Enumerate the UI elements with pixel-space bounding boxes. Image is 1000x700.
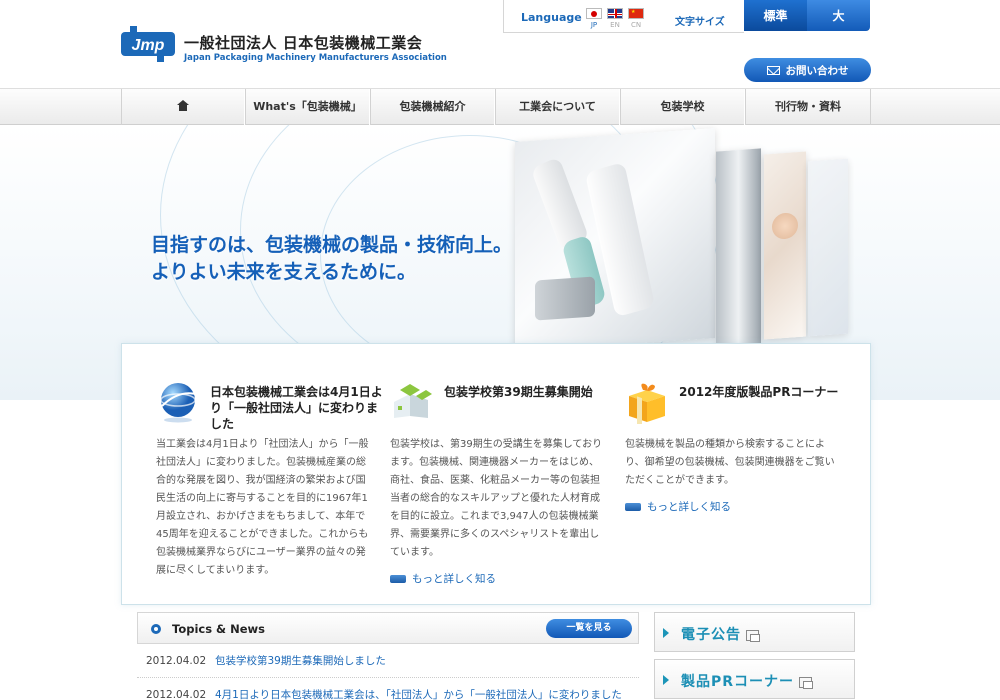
gift-box-icon: [629, 383, 665, 424]
org-name[interactable]: 一般社団法人 日本包装機械工業会: [184, 32, 422, 53]
hero-line-2: よりよい未来を支えるために。: [151, 261, 417, 283]
news-link[interactable]: 4月1日より日本包装機械工業会は、「社団法人」から「一般社団法人」に変わりました: [215, 687, 622, 700]
china-flag-icon[interactable]: ★: [628, 8, 644, 19]
globe-icon: [160, 383, 197, 423]
news-link[interactable]: 包装学校第39期生募集開始しました: [215, 653, 386, 668]
topics-header: Topics & News 一覧を見る: [137, 612, 639, 644]
news-item: 2012.04.02 4月1日より日本包装機械工業会は、「社団法人」から「一般社…: [137, 678, 639, 700]
triangle-arrow-icon: [663, 675, 669, 685]
feature-body: 包装機械を製品の種類から検索することにより、御希望の包装機械、包装関連機器をご覧…: [625, 436, 840, 516]
svg-text:Jmp: Jmp: [132, 37, 165, 54]
more-link[interactable]: もっと詳しく知る: [625, 498, 840, 516]
more-link-label: もっと詳しく知る: [647, 501, 731, 513]
org-name-en: Japan Packaging Machinery Manufacturers …: [184, 53, 447, 63]
view-all-button[interactable]: 一覧を見る: [546, 619, 632, 638]
feature-body-text: 包装学校は、第39期生の受講生を募集しております。包装機械、関連機器メーカーをは…: [390, 439, 603, 558]
arrow-bullet-icon: [390, 575, 406, 583]
hero-line-1: 目指すのは、包装機械の製品・技術向上。: [151, 234, 513, 256]
school-building-icon: [394, 384, 432, 418]
feature-body-text: 包装機械を製品の種類から検索することにより、御希望の包装機械、包装関連機器をご覧…: [625, 439, 835, 486]
site-header: Jmp 一般社団法人 日本包装機械工業会 Japan Packaging Mac…: [0, 0, 1000, 88]
hero-tagline: 目指すのは、包装機械の製品・技術向上。 よりよい未来を支えるために。: [151, 232, 512, 286]
topics-title: Topics & News: [172, 622, 265, 636]
language-label: Language: [521, 11, 582, 24]
product-photo-bottles: [515, 128, 715, 352]
feature-body: 当工業会は4月1日より「社団法人」から「一般社団法人」に変わりました。包装機械産…: [156, 439, 369, 576]
side-label: 電子公告: [681, 624, 760, 644]
triangle-arrow-icon: [663, 628, 669, 638]
new-window-icon: [799, 676, 814, 689]
japan-flag-icon[interactable]: [586, 8, 602, 19]
news-date: 2012.04.02: [146, 688, 207, 700]
product-photo-misc: [808, 158, 848, 337]
feature-title[interactable]: 日本包装機械工業会は4月1日より「一般社団法人」に変わりました: [210, 384, 385, 432]
e-notice-label: 電子公告: [681, 627, 741, 643]
product-photo-cans: [716, 148, 761, 347]
arrow-bullet-icon: [625, 503, 641, 511]
font-size-large-button[interactable]: 大: [807, 0, 870, 31]
feature-title[interactable]: 2012年度版製品PRコーナー: [679, 384, 854, 400]
home-icon: [177, 100, 189, 111]
feature-body: 包装学校は、第39期生の受講生を募集しております。包装機械、関連機器メーカーをは…: [390, 436, 605, 588]
news-item: 2012.04.02 包装学校第39期生募集開始しました: [137, 644, 639, 678]
lang-code-en[interactable]: EN: [605, 21, 625, 29]
nav-about[interactable]: 工業会について: [495, 89, 620, 125]
feature-box: 日本包装機械工業会は4月1日より「一般社団法人」に変わりました 当工業会は4月1…: [121, 343, 871, 605]
uk-flag-icon[interactable]: [607, 8, 623, 19]
bottle-shape: [535, 276, 595, 321]
more-link[interactable]: もっと詳しく知る: [390, 570, 605, 588]
contact-label: お問い合わせ: [785, 64, 849, 77]
product-photo-food: [764, 151, 806, 340]
product-pr-label: 製品PRコーナー: [681, 674, 795, 690]
nav-machine-intro[interactable]: 包装機械紹介: [370, 89, 495, 125]
language-switcher: Language JP EN ★ CN 文字サイズ: [503, 0, 744, 33]
contact-button[interactable]: お問い合わせ: [744, 58, 871, 82]
lang-code-cn[interactable]: CN: [626, 21, 646, 29]
font-size-label: 文字サイズ: [675, 17, 725, 28]
side-label: 製品PRコーナー: [681, 671, 814, 691]
nav-school[interactable]: 包装学校: [620, 89, 745, 125]
side-e-notice[interactable]: 電子公告: [654, 612, 855, 652]
nav-publications[interactable]: 刊行物・資料: [745, 89, 871, 125]
main-nav: What's「包装機械」 包装機械紹介 工業会について 包装学校 刊行物・資料: [0, 88, 1000, 125]
circle-bullet-icon: [151, 624, 161, 634]
lang-code-jp[interactable]: JP: [584, 21, 604, 29]
nav-whats-packaging[interactable]: What's「包装機械」: [245, 89, 370, 125]
news-date: 2012.04.02: [146, 654, 207, 667]
nav-home[interactable]: [121, 89, 245, 125]
font-size-standard-button[interactable]: 標準: [744, 0, 807, 31]
feature-title[interactable]: 包装学校第39期生募集開始: [444, 384, 619, 400]
jmp-logo-icon[interactable]: Jmp: [121, 26, 175, 62]
topics-news: Topics & News 一覧を見る 2012.04.02 包装学校第39期生…: [137, 612, 639, 700]
side-product-pr[interactable]: 製品PRコーナー: [654, 659, 855, 699]
new-window-icon: [746, 629, 760, 642]
food-shape: [772, 212, 798, 240]
more-link-label: もっと詳しく知る: [412, 573, 496, 585]
mail-icon: [766, 65, 780, 75]
